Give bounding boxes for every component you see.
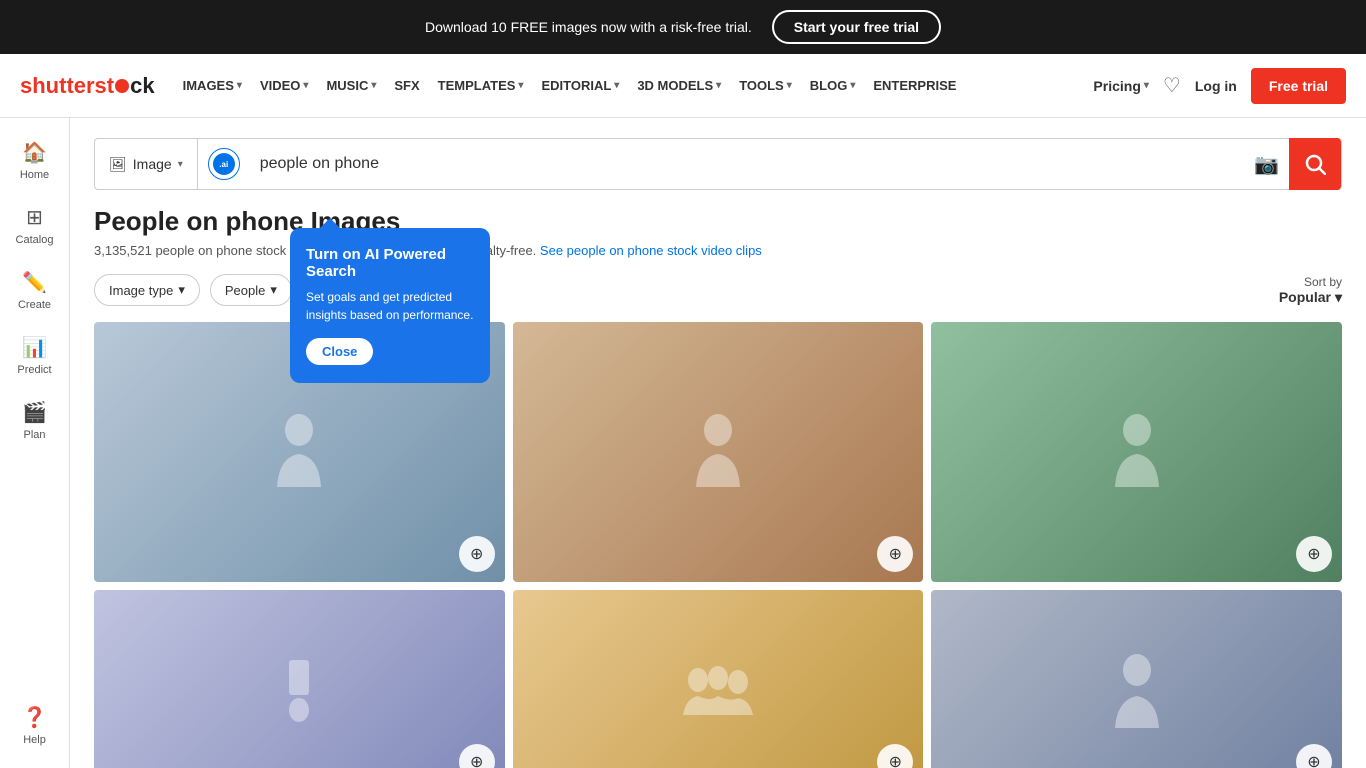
nav-item-templates[interactable]: TEMPLATES ▾: [430, 72, 532, 99]
sidebar-item-predict[interactable]: 📊 Predict: [0, 323, 69, 388]
chevron-down-icon: ▾: [716, 80, 721, 91]
nav-item-enterprise[interactable]: ENTERPRISE: [865, 72, 964, 99]
search-button[interactable]: [1289, 138, 1341, 190]
chevron-down-icon: ▾: [1335, 289, 1342, 306]
sidebar-item-plan[interactable]: 🎬 Plan: [0, 388, 69, 453]
image-placeholder: [513, 322, 924, 582]
results-title: People on phone Images: [94, 206, 1342, 237]
nav-item-sfx[interactable]: SFX: [386, 72, 427, 99]
nav-item-tools[interactable]: TOOLS ▾: [731, 72, 800, 99]
header: shutterst ck IMAGES ▾ VIDEO ▾ MUSIC ▾ SFX…: [0, 54, 1366, 118]
chevron-down-icon: ▾: [270, 282, 277, 298]
ai-badge-inner: .ai: [213, 153, 235, 175]
sort-by: Sort by Popular ▾: [1279, 275, 1342, 306]
free-trial-button[interactable]: Free trial: [1251, 68, 1346, 104]
zoom-button[interactable]: ⊕: [459, 536, 495, 572]
logo-black: ck: [130, 73, 154, 99]
nav-item-blog[interactable]: BLOG ▾: [802, 72, 864, 99]
chevron-down-icon: ▾: [787, 80, 792, 91]
nav-item-video[interactable]: VIDEO ▾: [252, 72, 317, 99]
image-card[interactable]: ⊕: [94, 590, 505, 768]
favorites-icon[interactable]: ♡: [1163, 73, 1181, 98]
camera-icon[interactable]: 📷: [1254, 152, 1279, 177]
chevron-down-icon: ▾: [303, 80, 308, 91]
filter-people[interactable]: People ▾: [210, 274, 292, 306]
chevron-down-icon: ▾: [1144, 80, 1149, 91]
logo-red: shutterst: [20, 73, 114, 99]
sidebar-item-catalog[interactable]: ⊞ Catalog: [0, 193, 69, 258]
search-icons: 📷: [1244, 152, 1289, 177]
top-banner: Download 10 FREE images now with a risk-…: [0, 0, 1366, 54]
image-type-icon: 🖼: [109, 156, 127, 173]
plan-icon: 🎬: [22, 400, 47, 425]
sidebar-item-help[interactable]: ❓ Help: [0, 693, 69, 758]
nav-item-editorial[interactable]: EDITORIAL ▾: [533, 72, 627, 99]
sidebar: 🏠 Home ⊞ Catalog ✏️ Create 📊 Predict 🎬 P…: [0, 118, 70, 768]
pricing-link[interactable]: Pricing ▾: [1093, 78, 1149, 94]
sidebar-item-create[interactable]: ✏️ Create: [0, 258, 69, 323]
logo[interactable]: shutterst ck: [20, 73, 155, 99]
content-area: 🖼 Image ▾ .ai 📷 People on ph: [70, 118, 1366, 768]
chevron-down-icon: ▾: [178, 282, 185, 298]
search-icon: [1304, 153, 1326, 175]
results-subtitle: 3,135,521 people on phone stock photos &…: [94, 243, 1342, 258]
filter-image-type[interactable]: Image type ▾: [94, 274, 200, 306]
chevron-down-icon: ▾: [850, 80, 855, 91]
ai-tooltip-title: Turn on AI Powered Search: [306, 246, 474, 280]
nav-item-3d-models[interactable]: 3D MODELS ▾: [629, 72, 729, 99]
ai-badge-label: .ai: [219, 160, 228, 169]
image-placeholder: [513, 590, 924, 768]
create-icon: ✏️: [22, 270, 47, 295]
banner-text: Download 10 FREE images now with a risk-…: [425, 19, 752, 35]
banner-cta-button[interactable]: Start your free trial: [772, 10, 941, 44]
main-nav: IMAGES ▾ VIDEO ▾ MUSIC ▾ SFX TEMPLATES ▾…: [175, 72, 1084, 99]
image-card[interactable]: ⊕: [931, 590, 1342, 768]
image-placeholder: [94, 590, 505, 768]
ai-badge: .ai: [208, 148, 240, 180]
chevron-down-icon: ▾: [237, 80, 242, 91]
zoom-button[interactable]: ⊕: [1296, 536, 1332, 572]
nav-item-music[interactable]: MUSIC ▾: [318, 72, 384, 99]
ai-tooltip-body: Set goals and get predicted insights bas…: [306, 288, 474, 324]
video-clips-link[interactable]: See people on phone stock video clips: [540, 243, 762, 258]
image-placeholder: [931, 322, 1342, 582]
chevron-down-icon: ▾: [178, 159, 183, 170]
chevron-down-icon: ▾: [614, 80, 619, 91]
image-placeholder: [931, 590, 1342, 768]
chevron-down-icon: ▾: [371, 80, 376, 91]
nav-item-images[interactable]: IMAGES ▾: [175, 72, 250, 99]
filter-bar: Image type ▾ People ▾ Artists ▾ More ▾ S…: [94, 274, 1342, 306]
search-bar: 🖼 Image ▾ .ai 📷: [94, 138, 1342, 190]
ai-tooltip-close-button[interactable]: Close: [306, 338, 373, 365]
home-icon: 🏠: [22, 140, 47, 165]
predict-icon: 📊: [22, 335, 47, 360]
image-card[interactable]: ⊕: [513, 322, 924, 582]
search-input[interactable]: [250, 155, 1244, 173]
main-container: 🏠 Home ⊞ Catalog ✏️ Create 📊 Predict 🎬 P…: [0, 118, 1366, 768]
catalog-icon: ⊞: [26, 205, 43, 230]
login-button[interactable]: Log in: [1195, 78, 1237, 94]
search-type-select[interactable]: 🖼 Image ▾: [95, 139, 198, 189]
ai-tooltip-popup: Turn on AI Powered Search Set goals and …: [290, 228, 490, 383]
header-actions: Pricing ▾ ♡ Log in Free trial: [1093, 68, 1346, 104]
image-grid: ⊕ ⊕ ⊕ ⊕: [94, 322, 1342, 768]
sort-select[interactable]: Popular ▾: [1279, 289, 1342, 306]
image-card[interactable]: ⊕: [513, 590, 924, 768]
image-card[interactable]: ⊕: [931, 322, 1342, 582]
chevron-down-icon: ▾: [518, 80, 523, 91]
sidebar-item-home[interactable]: 🏠 Home: [0, 128, 69, 193]
help-icon: ❓: [22, 705, 47, 730]
logo-circle-icon: [115, 79, 129, 93]
